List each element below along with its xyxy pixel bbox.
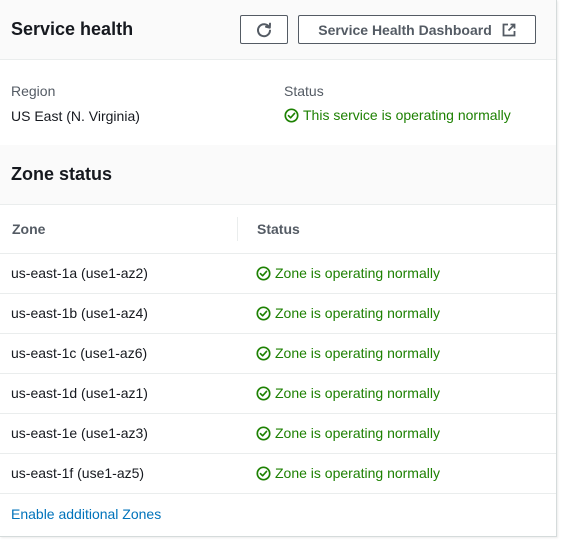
status-label: Status xyxy=(284,83,324,99)
zone-status-text: Zone is operating normally xyxy=(275,265,440,281)
zone-status: Zone is operating normally xyxy=(256,465,440,481)
service-health-panel: Service health Service Health Dashboard … xyxy=(0,0,557,537)
service-health-dashboard-button[interactable]: Service Health Dashboard xyxy=(298,15,536,44)
zone-status-table: Zone Status us-east-1a (use1-az2) Zone is… xyxy=(0,205,556,494)
zone-status-text: Zone is operating normally xyxy=(275,385,440,401)
enable-additional-zones-link[interactable]: Enable additional Zones xyxy=(11,506,161,522)
check-circle-icon xyxy=(256,465,275,481)
zone-status-text: Zone is operating normally xyxy=(275,345,440,361)
external-link-icon xyxy=(502,23,516,37)
table-row: us-east-1c (use1-az6) Zone is operating n… xyxy=(0,334,556,374)
check-circle-icon xyxy=(256,385,275,401)
table-body: us-east-1a (use1-az2) Zone is operating n… xyxy=(0,254,556,494)
zone-name: us-east-1f (use1-az5) xyxy=(11,465,145,481)
refresh-button[interactable] xyxy=(240,15,288,44)
zone-status: Zone is operating normally xyxy=(256,305,440,321)
zone-status: Zone is operating normally xyxy=(256,265,440,281)
service-summary: Region US East (N. Virginia) Status This… xyxy=(0,60,556,145)
table-row: us-east-1f (use1-az5) Zone is operating n… xyxy=(0,454,556,494)
zone-name: us-east-1a (use1-az2) xyxy=(11,265,148,281)
table-row: us-east-1b (use1-az4) Zone is operating n… xyxy=(0,294,556,334)
check-circle-icon xyxy=(256,305,275,321)
zone-status: Zone is operating normally xyxy=(256,385,440,401)
column-header-zone: Zone xyxy=(12,221,46,237)
zone-name: us-east-1d (use1-az1) xyxy=(11,385,148,401)
column-divider[interactable] xyxy=(237,217,238,241)
zone-status: Zone is operating normally xyxy=(256,345,440,361)
check-circle-icon xyxy=(256,345,275,361)
zone-name: us-east-1e (use1-az3) xyxy=(11,425,148,441)
zone-name: us-east-1b (use1-az4) xyxy=(11,305,148,321)
check-circle-icon xyxy=(256,265,275,281)
zone-status-title: Zone status xyxy=(11,164,113,184)
page-title: Service health xyxy=(11,19,134,39)
zone-status-text: Zone is operating normally xyxy=(275,465,440,481)
zone-status-text: Zone is operating normally xyxy=(275,305,440,321)
region-label: Region xyxy=(11,83,56,99)
zone-name: us-east-1c (use1-az6) xyxy=(11,345,148,361)
dashboard-button-label: Service Health Dashboard xyxy=(318,21,492,38)
column-header-status: Status xyxy=(257,221,300,237)
zone-status: Zone is operating normally xyxy=(256,425,440,441)
service-health-header: Service health Service Health Dashboard xyxy=(0,0,556,60)
table-header: Zone Status xyxy=(0,205,556,254)
region-value: US East (N. Virginia) xyxy=(11,108,140,124)
zone-status-header: Zone status xyxy=(0,145,556,205)
table-row: us-east-1e (use1-az3) Zone is operating n… xyxy=(0,414,556,454)
check-circle-icon xyxy=(284,107,303,123)
service-status-text: This service is operating normally xyxy=(303,107,511,123)
zone-status-text: Zone is operating normally xyxy=(275,425,440,441)
refresh-icon xyxy=(256,22,272,38)
table-row: us-east-1d (use1-az1) Zone is operating n… xyxy=(0,374,556,414)
table-row: us-east-1a (use1-az2) Zone is operating n… xyxy=(0,254,556,294)
service-status: This service is operating normally xyxy=(284,107,511,123)
check-circle-icon xyxy=(256,425,275,441)
